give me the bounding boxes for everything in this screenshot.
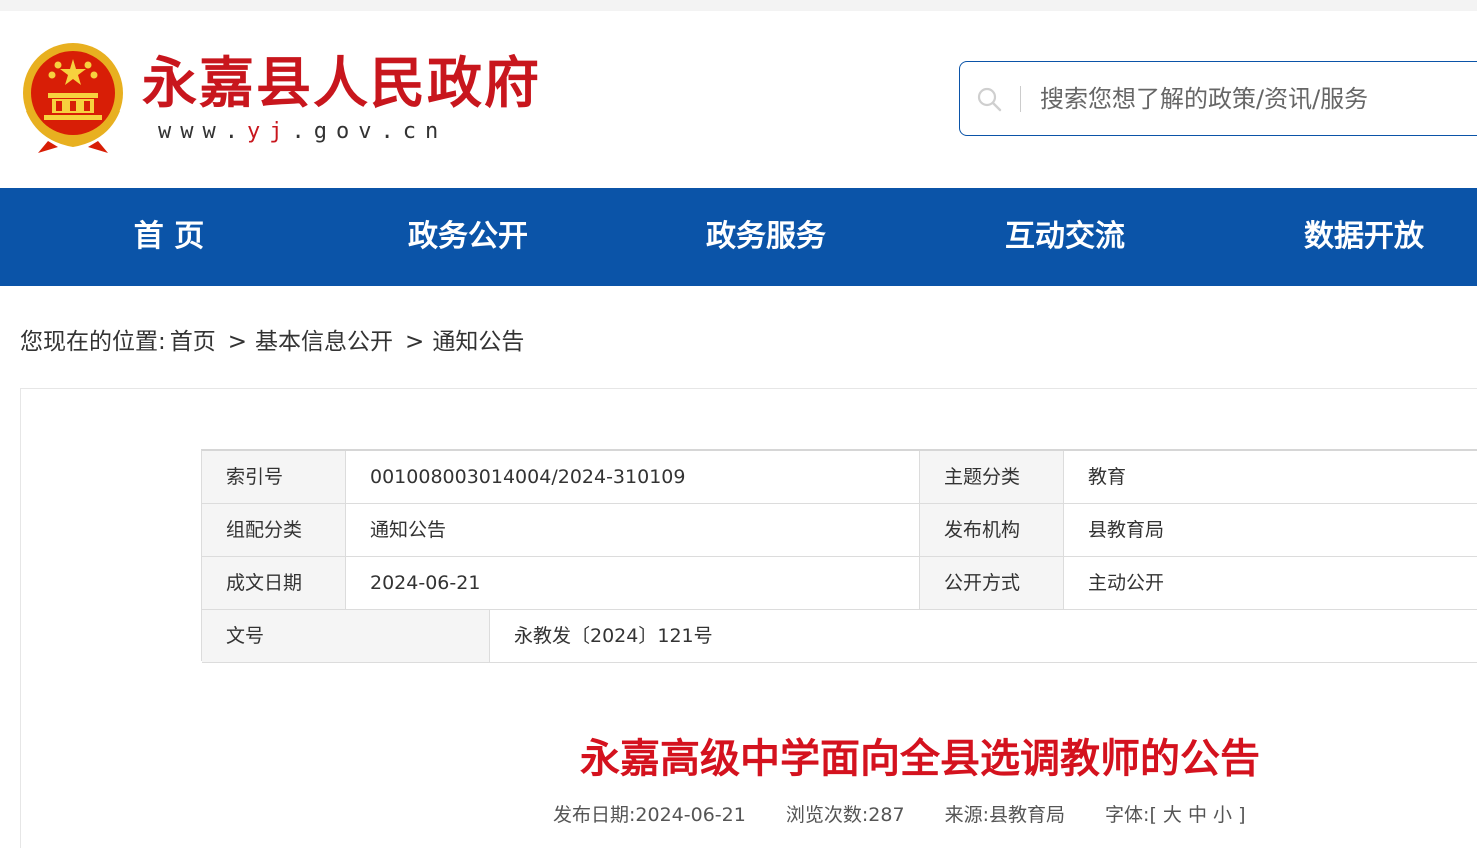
metadata-value: 教育	[1064, 451, 1477, 503]
metadata-row: 索引号 001008003014004/2024-310109 主题分类 教育	[202, 451, 1477, 504]
top-strip	[0, 0, 1477, 11]
breadcrumb-prefix: 您现在的位置:	[20, 329, 166, 355]
metadata-label: 文号	[202, 610, 489, 662]
national-emblem-icon[interactable]	[18, 41, 128, 156]
metadata-value: 001008003014004/2024-310109	[346, 451, 920, 503]
breadcrumb-separator: >	[227, 329, 248, 355]
breadcrumb-home[interactable]: 首页	[170, 329, 216, 355]
metadata-label: 发布机构	[920, 504, 1063, 556]
metadata-row: 文号 永教发〔2024〕121号	[202, 610, 1477, 663]
metadata-label: 主题分类	[920, 451, 1063, 503]
site-name[interactable]: 永嘉县人民政府	[142, 53, 541, 113]
publish-date: 发布日期:2024-06-21	[553, 804, 746, 826]
metadata-label: 组配分类	[202, 504, 345, 556]
nav-item-government-affairs[interactable]: 政务公开	[368, 188, 568, 286]
table-divider	[489, 610, 490, 663]
search-icon[interactable]	[976, 86, 1002, 112]
url-highlight: yj	[246, 119, 292, 144]
search-box[interactable]	[959, 61, 1477, 136]
metadata-value: 主动公开	[1064, 557, 1477, 609]
nav-item-interaction[interactable]: 互动交流	[965, 188, 1165, 286]
main-nav: 首 页 政务公开 政务服务 互动交流 数据开放	[0, 188, 1477, 286]
metadata-row: 成文日期 2024-06-21 公开方式 主动公开	[202, 557, 1477, 610]
metadata-label: 成文日期	[202, 557, 345, 609]
article-info: 发布日期:2024-06-21 浏览次数:287 来源:县教育局 字体:[ 大 …	[553, 800, 1246, 827]
article-source: 来源:县教育局	[944, 804, 1065, 826]
metadata-label: 公开方式	[920, 557, 1063, 609]
breadcrumb-notices[interactable]: 通知公告	[432, 329, 524, 355]
nav-item-open-data[interactable]: 数据开放	[1264, 188, 1464, 286]
font-size-label: 字体:[	[1105, 804, 1157, 826]
table-divider	[1063, 451, 1064, 610]
site-url: www.yj.gov.cn	[158, 119, 447, 144]
nav-item-home[interactable]: 首 页	[69, 188, 269, 286]
font-size-medium-button[interactable]: 中	[1188, 804, 1207, 826]
url-prefix: www.	[158, 119, 247, 144]
metadata-value: 永教发〔2024〕121号	[490, 610, 1477, 662]
font-size-close: ]	[1238, 804, 1246, 826]
url-suffix: .gov.cn	[291, 119, 448, 144]
font-size-large-button[interactable]: 大	[1163, 804, 1182, 826]
breadcrumb-basic-info[interactable]: 基本信息公开	[255, 329, 393, 355]
metadata-value: 县教育局	[1064, 504, 1477, 556]
table-divider	[919, 451, 920, 610]
search-input[interactable]	[1040, 76, 1460, 122]
search-separator	[1020, 86, 1021, 112]
site-header: 永嘉县人民政府 www.yj.gov.cn	[0, 11, 1477, 188]
breadcrumb-separator: >	[405, 329, 425, 355]
metadata-value: 2024-06-21	[346, 557, 920, 609]
article-title: 永嘉高级中学面向全县选调教师的公告	[580, 736, 1260, 782]
font-size-small-button[interactable]: 小	[1213, 804, 1232, 826]
view-count: 浏览次数:287	[785, 804, 905, 826]
nav-item-government-services[interactable]: 政务服务	[666, 188, 866, 286]
metadata-row: 组配分类 通知公告 发布机构 县教育局	[202, 504, 1477, 557]
breadcrumb: 您现在的位置: 首页 > 基本信息公开 > 通知公告	[20, 322, 528, 356]
metadata-label: 索引号	[202, 451, 345, 503]
metadata-value: 通知公告	[346, 504, 920, 556]
metadata-table: 索引号 001008003014004/2024-310109 主题分类 教育 …	[201, 449, 1477, 663]
table-divider	[345, 451, 346, 610]
